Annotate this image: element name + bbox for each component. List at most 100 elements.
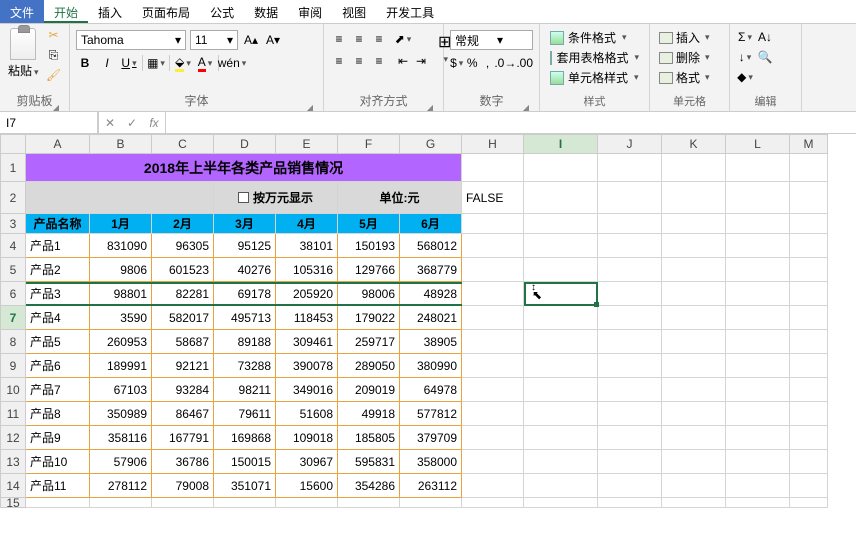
cell[interactable] [462, 354, 524, 378]
data-cell[interactable]: 349016 [276, 378, 338, 402]
data-cell[interactable]: 601523 [152, 258, 214, 282]
data-cell[interactable]: 64978 [400, 378, 462, 402]
data-cell[interactable]: 209019 [338, 378, 400, 402]
data-cell[interactable]: 380990 [400, 354, 462, 378]
cell[interactable] [524, 330, 598, 354]
data-cell[interactable]: 40276 [214, 258, 276, 282]
data-cell[interactable]: 309461 [276, 330, 338, 354]
row-header[interactable]: 2 [0, 182, 26, 214]
menu-home[interactable]: 开始 [44, 0, 88, 23]
cell-style-button[interactable]: 单元格样式 [546, 68, 643, 87]
cell[interactable] [790, 154, 828, 182]
cancel-formula-button[interactable]: ✕ [99, 116, 121, 130]
cell[interactable] [662, 426, 726, 450]
cell[interactable] [790, 378, 828, 402]
cell[interactable] [790, 330, 828, 354]
data-cell[interactable]: 354286 [338, 474, 400, 498]
decrease-indent-button[interactable]: ⇤ [394, 52, 412, 70]
merged-blank[interactable] [26, 182, 214, 214]
data-cell[interactable]: 109018 [276, 426, 338, 450]
data-cell[interactable]: 260953 [90, 330, 152, 354]
cell[interactable] [524, 282, 598, 306]
cell[interactable] [276, 498, 338, 508]
align-middle-button[interactable]: ≡ [350, 30, 368, 48]
cell[interactable] [726, 154, 790, 182]
cell[interactable] [726, 214, 790, 234]
col-header[interactable]: F [338, 134, 400, 154]
cell[interactable] [662, 474, 726, 498]
cell[interactable] [790, 234, 828, 258]
copy-button[interactable]: ⎘ [45, 46, 63, 64]
data-cell[interactable]: 582017 [152, 306, 214, 330]
cell[interactable] [726, 330, 790, 354]
cell[interactable] [462, 306, 524, 330]
data-cell[interactable]: 67103 [90, 378, 152, 402]
cell[interactable] [524, 498, 598, 508]
col-header[interactable]: D [214, 134, 276, 154]
data-cell[interactable]: 150193 [338, 234, 400, 258]
cell[interactable] [726, 450, 790, 474]
cell[interactable] [790, 354, 828, 378]
data-cell[interactable]: 831090 [90, 234, 152, 258]
cell[interactable] [462, 474, 524, 498]
data-cell[interactable]: 278112 [90, 474, 152, 498]
cell[interactable] [598, 378, 662, 402]
cell[interactable] [662, 306, 726, 330]
cell[interactable] [598, 306, 662, 330]
col-header[interactable]: G [400, 134, 462, 154]
font-size-select[interactable]: 11▾ [190, 30, 238, 50]
data-cell[interactable]: 358000 [400, 450, 462, 474]
data-cell[interactable]: 51608 [276, 402, 338, 426]
menu-file[interactable]: 文件 [0, 0, 44, 23]
percent-button[interactable]: % [465, 54, 478, 72]
data-cell[interactable]: 9806 [90, 258, 152, 282]
increase-indent-button[interactable]: ⇥ [412, 52, 430, 70]
data-cell[interactable]: 248021 [400, 306, 462, 330]
product-name-cell[interactable]: 产品10 [26, 450, 90, 474]
border-button[interactable]: ▦ [147, 54, 165, 72]
currency-button[interactable]: $ [450, 54, 463, 72]
cell[interactable] [598, 354, 662, 378]
product-name-cell[interactable]: 产品1 [26, 234, 90, 258]
product-name-cell[interactable]: 产品8 [26, 402, 90, 426]
row-header[interactable]: 15 [0, 498, 26, 508]
cell[interactable] [462, 282, 524, 306]
cell[interactable] [214, 498, 276, 508]
cell[interactable] [462, 258, 524, 282]
sort-filter-button[interactable]: A↓ [756, 28, 774, 46]
data-cell[interactable]: 98801 [90, 282, 152, 306]
find-button[interactable]: 🔍 [756, 48, 774, 66]
data-cell[interactable]: 179022 [338, 306, 400, 330]
cell[interactable] [462, 234, 524, 258]
cell[interactable] [400, 498, 462, 508]
align-left-button[interactable]: ≡ [330, 52, 348, 70]
cell[interactable] [662, 258, 726, 282]
font-expand[interactable] [305, 99, 315, 109]
cell[interactable] [524, 426, 598, 450]
cell[interactable] [662, 214, 726, 234]
data-cell[interactable]: 167791 [152, 426, 214, 450]
cell[interactable] [598, 474, 662, 498]
product-name-cell[interactable]: 产品6 [26, 354, 90, 378]
increase-font-button[interactable]: A▴ [242, 31, 260, 49]
font-name-select[interactable]: Tahoma▾ [76, 30, 186, 50]
cell[interactable] [598, 402, 662, 426]
align-bottom-button[interactable]: ≡ [370, 30, 388, 48]
data-cell[interactable]: 79008 [152, 474, 214, 498]
number-format-select[interactable]: 常规▾ [450, 30, 533, 50]
col-header[interactable]: I [524, 134, 598, 154]
row-header[interactable]: 4 [0, 234, 26, 258]
unit-cell[interactable]: 单位:元 [338, 182, 462, 214]
data-cell[interactable]: 169868 [214, 426, 276, 450]
cell[interactable] [524, 474, 598, 498]
data-cell[interactable]: 495713 [214, 306, 276, 330]
product-name-cell[interactable]: 产品7 [26, 378, 90, 402]
title-cell[interactable]: 2018年上半年各类产品销售情况 [26, 154, 462, 182]
cut-button[interactable]: ✂ [45, 26, 63, 44]
bold-button[interactable]: B [76, 54, 94, 72]
cell[interactable] [524, 306, 598, 330]
cell[interactable] [662, 330, 726, 354]
cell[interactable] [524, 182, 598, 214]
row-header[interactable]: 6 [0, 282, 26, 306]
menu-insert[interactable]: 插入 [88, 0, 132, 23]
